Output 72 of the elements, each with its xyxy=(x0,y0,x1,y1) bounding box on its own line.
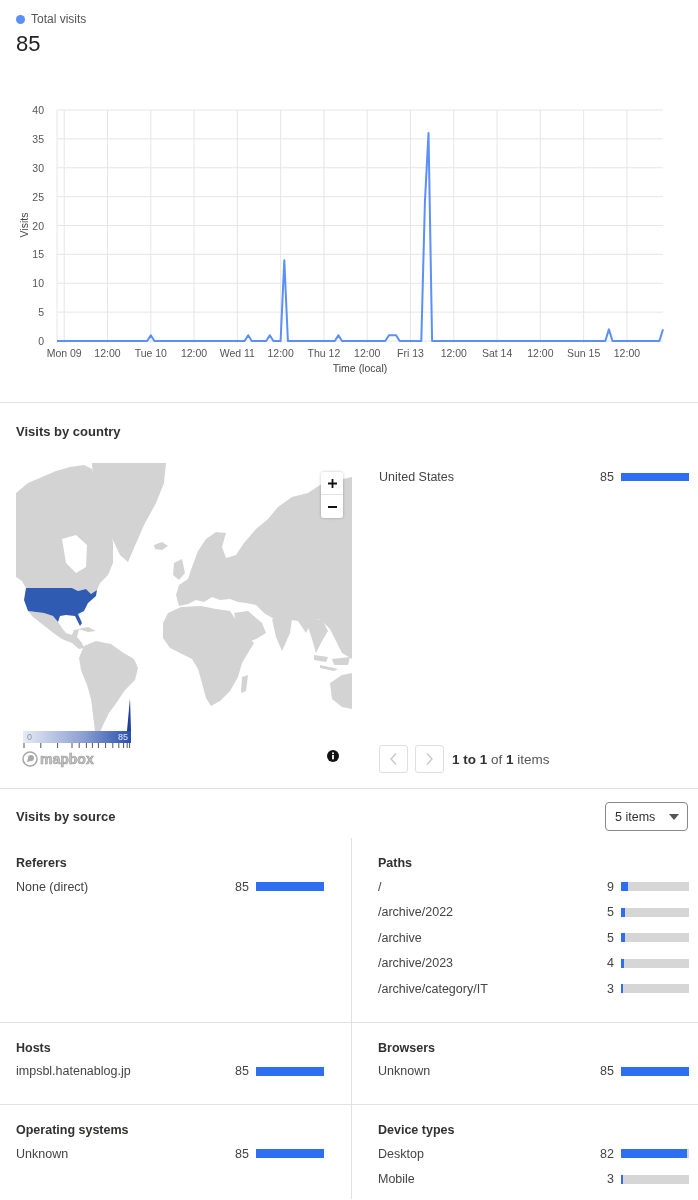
item-label: /archive/category/IT xyxy=(378,981,489,996)
chevron-right-icon xyxy=(426,753,433,765)
item-count: 5 xyxy=(607,905,614,920)
x-tick-label: Wed 11 xyxy=(219,347,255,359)
x-tick-label: Sat 14 xyxy=(481,347,513,359)
item-count: 3 xyxy=(607,1172,614,1187)
scale-max-label: 85 xyxy=(118,732,128,742)
item-count: 5 xyxy=(607,930,614,945)
y-tick-label: 5 xyxy=(38,306,44,319)
panel-title: Paths xyxy=(378,855,413,872)
x-tick-label: Mon 09 xyxy=(46,347,82,359)
map-logo-icon xyxy=(22,751,38,767)
x-axis-title: Time (local) xyxy=(332,362,388,374)
pagination-summary: 1 to 1 of 1 items xyxy=(452,751,550,767)
item-label: / xyxy=(378,879,383,894)
section-title: Visits by country xyxy=(16,423,121,441)
item-label: Unknown xyxy=(378,1064,432,1079)
item-label: None (direct) xyxy=(16,879,90,894)
x-tick-label: Sun 15 xyxy=(567,347,601,359)
item-label: /archive/2022 xyxy=(378,905,455,920)
x-tick-label: Tue 10 xyxy=(134,347,167,359)
total-visits-value: 85 xyxy=(16,30,41,58)
y-tick-label: 30 xyxy=(32,161,44,174)
y-tick-label: 15 xyxy=(32,248,44,261)
x-tick-label: Fri 13 xyxy=(397,347,424,359)
y-tick-label: 40 xyxy=(32,104,44,116)
item-label: Desktop xyxy=(378,1146,425,1161)
item-count: 82 xyxy=(600,1146,614,1161)
panel-title: Browsers xyxy=(378,1039,435,1057)
item-count: 85 xyxy=(600,470,614,484)
item-count: 85 xyxy=(235,1146,249,1161)
x-tick-label: 12:00 xyxy=(180,347,208,359)
y-tick-label: 10 xyxy=(32,277,44,290)
item-label: /archive/2023 xyxy=(378,956,455,971)
panel-title: Referers xyxy=(16,855,67,872)
section-title: Visits by source xyxy=(16,807,116,826)
zoom-in-button[interactable] xyxy=(321,472,343,495)
item-label: Mobile xyxy=(378,1172,416,1187)
panel-title: Hosts xyxy=(16,1039,51,1057)
y-tick-label: 25 xyxy=(32,190,44,203)
y-tick-label: 35 xyxy=(32,132,44,145)
x-tick-label: 12:00 xyxy=(440,347,467,359)
item-label: Unknown xyxy=(16,1146,70,1161)
x-tick-label: 12:00 xyxy=(267,347,294,359)
y-tick-label: 20 xyxy=(32,219,44,232)
plus-icon xyxy=(327,478,337,488)
item-label: /archive xyxy=(378,930,423,945)
x-tick-label: 12:00 xyxy=(527,347,554,359)
item-label: impsbl.hatenablog.jp xyxy=(16,1064,132,1079)
info-icon[interactable] xyxy=(327,750,339,762)
item-label: United States xyxy=(379,470,456,484)
item-count: 9 xyxy=(607,879,614,894)
item-count: 4 xyxy=(607,956,614,971)
y-tick-label: 0 xyxy=(38,335,44,347)
panel-title: Device types xyxy=(378,1122,455,1139)
y-axis-title: Visits xyxy=(18,212,30,238)
item-count: 85 xyxy=(235,879,249,894)
panel-title: Operating systems xyxy=(16,1122,129,1139)
x-tick-label: Thu 12 xyxy=(307,347,341,359)
legend-label: Total visits xyxy=(31,12,87,26)
x-tick-label: 12:00 xyxy=(94,347,121,359)
caret-icon xyxy=(669,813,679,820)
x-tick-label: 12:00 xyxy=(354,347,381,359)
scale-min-label: 0 xyxy=(27,732,32,742)
item-count: 85 xyxy=(235,1064,249,1079)
item-count: 3 xyxy=(607,981,614,996)
item-count: 85 xyxy=(600,1064,614,1079)
items-dropdown[interactable]: 5 items xyxy=(605,802,688,831)
zoom-out-button[interactable] xyxy=(321,495,343,518)
chevron-left-icon xyxy=(390,753,397,765)
x-tick-label: 12:00 xyxy=(613,347,641,359)
minus-icon xyxy=(327,505,337,508)
